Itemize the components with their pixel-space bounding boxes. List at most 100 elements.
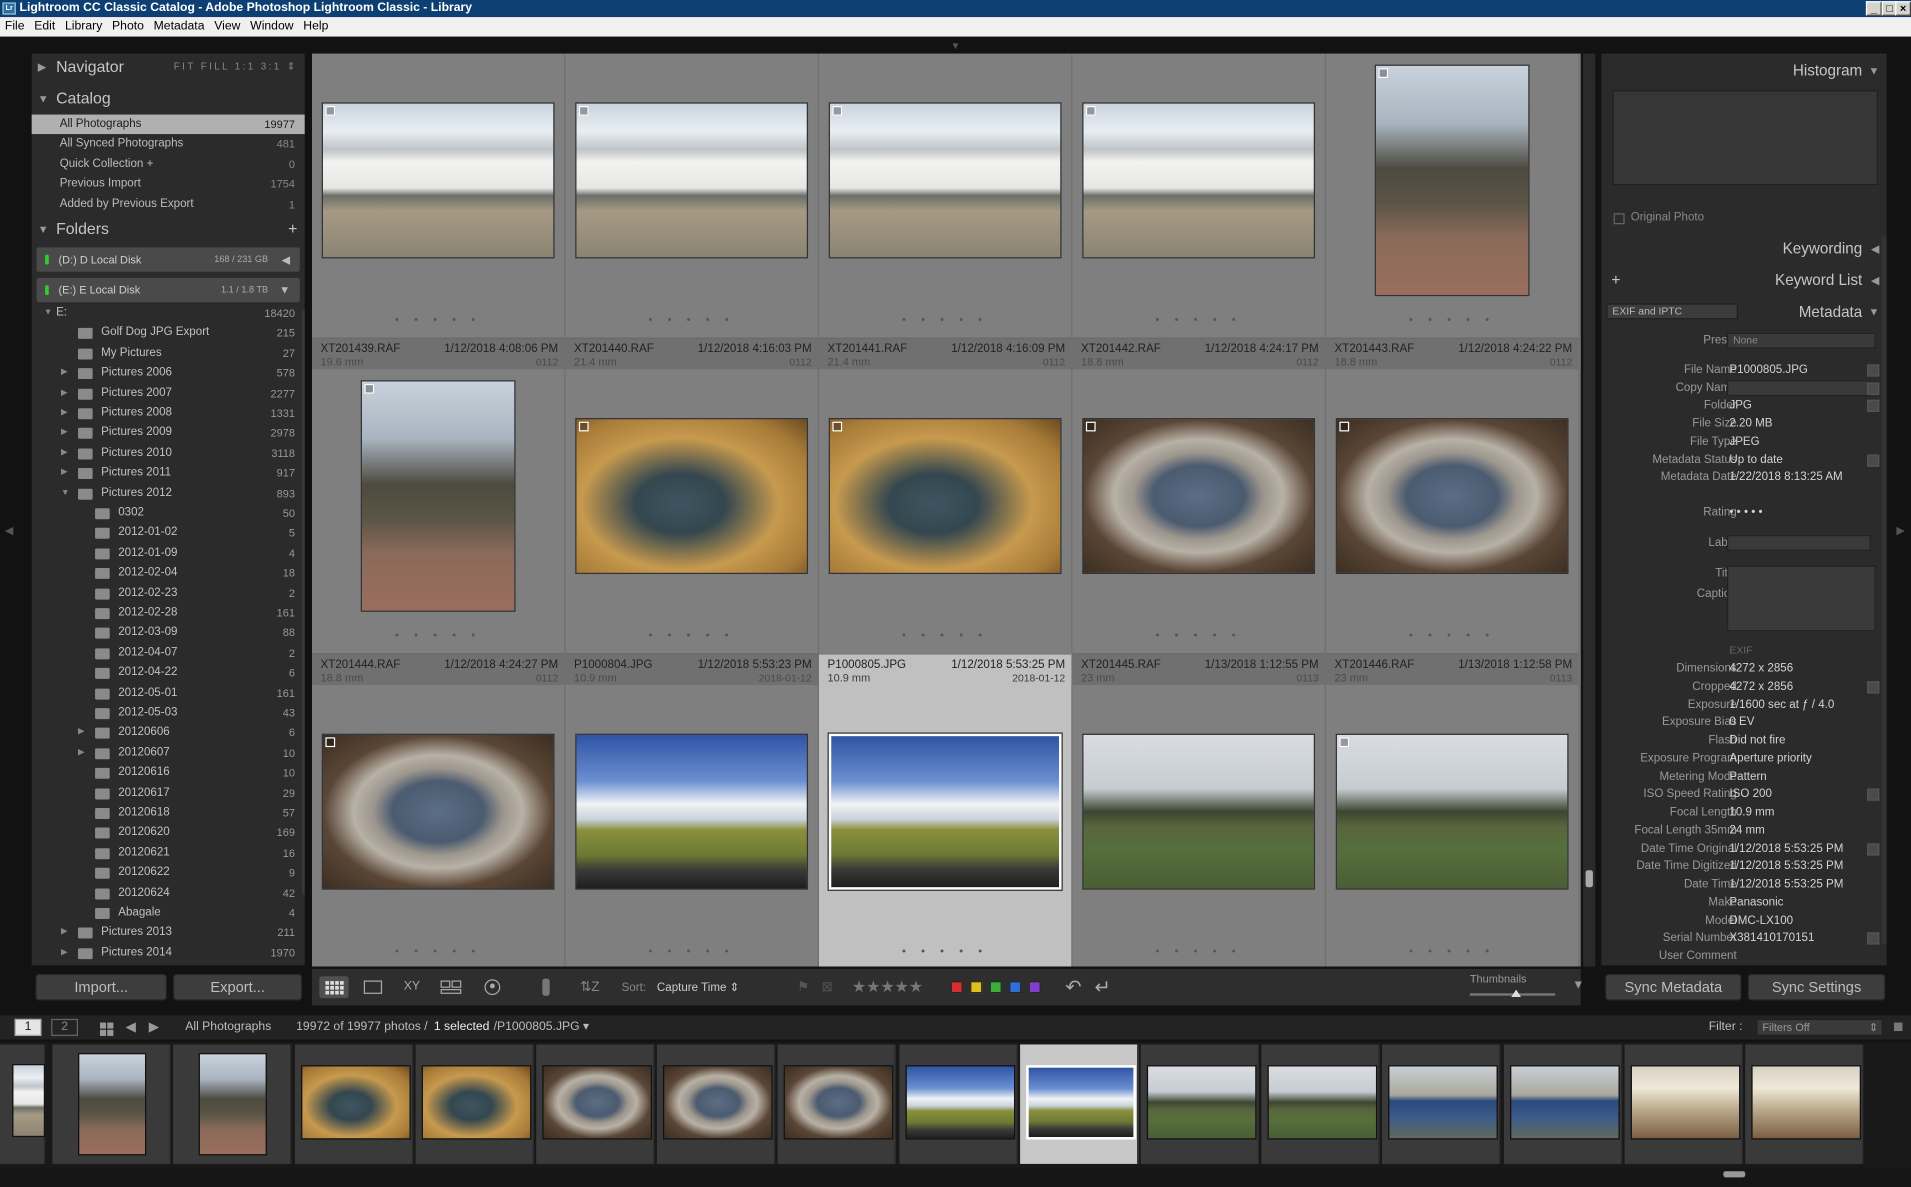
filmstrip-cell[interactable] xyxy=(1261,1044,1380,1164)
people-view-icon[interactable] xyxy=(478,976,507,998)
folder-expand-icon[interactable]: ▶ xyxy=(61,383,68,403)
grid-cell[interactable]: • • • • • xyxy=(819,53,1073,370)
selected-filename[interactable]: /P1000805.JPG ▾ xyxy=(494,1015,590,1039)
folder-item[interactable]: Abagale 4 xyxy=(32,903,305,923)
folder-item[interactable]: 20120624 42 xyxy=(32,883,305,903)
photo-thumbnail[interactable] xyxy=(1335,733,1569,890)
grid-cell[interactable]: P1000805.JPG 1/12/2018 5:53:25 PM 10.9 mm 2… xyxy=(819,653,1073,967)
sync-settings-button[interactable]: Sync Settings xyxy=(1747,973,1886,1001)
metadata-action-icon[interactable] xyxy=(1867,364,1880,377)
folder-item[interactable]: ▶ Pictures 2010 3118 xyxy=(32,443,305,463)
filmstrip-cell[interactable] xyxy=(1140,1044,1259,1164)
filmstrip-thumbnail[interactable] xyxy=(1146,1065,1257,1140)
folder-expand-icon[interactable]: ▼ xyxy=(44,303,52,323)
photo-thumbnail[interactable] xyxy=(828,102,1062,259)
exif-action-icon[interactable] xyxy=(1867,842,1880,855)
filmstrip-thumbnail[interactable] xyxy=(12,1063,46,1138)
caption-field[interactable] xyxy=(1726,565,1876,632)
rating-dots[interactable]: • • • • • xyxy=(1073,313,1325,325)
filmstrip-cell[interactable] xyxy=(536,1044,655,1164)
folder-item[interactable]: 2012-01-09 4 xyxy=(32,543,305,563)
folder-item[interactable]: ▶ Pictures 2007 2277 xyxy=(32,383,305,403)
photo-thumbnail[interactable] xyxy=(828,418,1062,575)
filmstrip-cell[interactable] xyxy=(415,1044,534,1164)
folder-expand-icon[interactable]: ▶ xyxy=(78,723,85,743)
menu-library[interactable]: Library xyxy=(60,17,107,37)
folder-expand-icon[interactable]: ▶ xyxy=(78,743,85,763)
filmstrip-cell[interactable] xyxy=(1019,1044,1139,1164)
rating-dots[interactable]: • • • • • xyxy=(1073,629,1325,641)
folder-item[interactable]: ▼ Pictures 2012 893 xyxy=(32,483,305,503)
photo-thumbnail[interactable] xyxy=(1082,102,1316,259)
filmstrip-cell[interactable] xyxy=(294,1044,413,1164)
folder-item[interactable]: 2012-02-28 161 xyxy=(32,603,305,623)
photo-thumbnail[interactable] xyxy=(1374,64,1530,297)
navigator-zoom-modes[interactable]: FIT FILL 1:1 3:1 ⇕ xyxy=(174,54,298,81)
rating-dots[interactable]: • • • • • xyxy=(1326,945,1578,957)
sync-metadata-button[interactable]: Sync Metadata xyxy=(1605,973,1742,1001)
folder-item[interactable]: Golf Dog JPG Export 215 xyxy=(32,323,305,343)
filmstrip-thumbnail[interactable] xyxy=(663,1065,773,1140)
sort-direction-icon[interactable]: ⇅Z xyxy=(580,976,612,998)
catalog-item[interactable]: Added by Previous Export 1 xyxy=(32,195,305,215)
scrollbar-thumb[interactable] xyxy=(1585,870,1593,888)
original-photo-checkbox[interactable] xyxy=(1613,213,1625,225)
menu-metadata[interactable]: Metadata xyxy=(149,17,210,37)
metadata-action-icon[interactable] xyxy=(1867,382,1880,395)
rating-dots[interactable]: • • • • • xyxy=(819,313,1071,325)
catalog-item[interactable]: Quick Collection + 0 xyxy=(32,155,305,175)
color-label-swatch[interactable] xyxy=(1028,981,1041,994)
grid-cell[interactable]: XT201442.RAF 1/12/2018 4:24:17 PM 18.8 mm 0… xyxy=(1072,337,1326,685)
volume-item[interactable]: (E:) E Local Disk 1.1 / 1.8 TB ▼ xyxy=(36,277,300,303)
filmstrip-scroll-thumb[interactable] xyxy=(1723,1171,1746,1178)
filmstrip-thumbnail[interactable] xyxy=(1267,1065,1378,1140)
photo-thumbnail[interactable] xyxy=(575,733,809,890)
menu-view[interactable]: View xyxy=(209,17,245,37)
folder-item[interactable]: 20120616 10 xyxy=(32,763,305,783)
filmstrip-cell[interactable] xyxy=(1503,1044,1622,1164)
painter-icon[interactable] xyxy=(537,976,554,998)
grid-cell[interactable]: P1000804.JPG 1/12/2018 5:53:23 PM 10.9 mm 2… xyxy=(565,653,819,967)
color-label-swatch[interactable] xyxy=(970,981,983,994)
metadata-header[interactable]: EXIF and IPTC Metadata ▼ xyxy=(1601,297,1886,326)
slider-handle[interactable] xyxy=(1511,989,1521,997)
folder-item[interactable]: ▶ Pictures 2006 578 xyxy=(32,363,305,383)
photo-thumbnail[interactable] xyxy=(575,418,809,575)
folder-item[interactable]: 2012-01-02 5 xyxy=(32,523,305,543)
filmstrip-thumbnail[interactable] xyxy=(542,1065,653,1140)
label-field[interactable] xyxy=(1726,535,1871,551)
grid-cell[interactable]: XT201440.RAF 1/12/2018 4:16:03 PM 21.4 mm 0… xyxy=(565,337,819,685)
grid-cell[interactable]: XT201439.RAF 1/12/2018 4:08:06 PM 19.6 mm 0… xyxy=(312,337,566,685)
photo-thumbnail[interactable] xyxy=(827,732,1063,891)
left-scrollbar[interactable] xyxy=(302,309,305,895)
filmstrip-thumbnail[interactable] xyxy=(1630,1065,1741,1140)
thumbnail-size-slider[interactable] xyxy=(1469,989,1556,997)
rating-dots[interactable]: • • • • • xyxy=(1073,945,1325,957)
folder-item[interactable]: My Pictures 27 xyxy=(32,343,305,363)
filmstrip-cell[interactable] xyxy=(1624,1044,1743,1164)
window-2-button[interactable]: 2 xyxy=(51,1018,78,1036)
catalog-item[interactable]: All Photographs 19977 xyxy=(31,114,305,135)
preset-select[interactable]: None xyxy=(1726,332,1876,349)
grid-cell[interactable]: • • • • • xyxy=(565,53,819,370)
top-panel-toggle-icon[interactable]: ▼ xyxy=(951,40,961,51)
compare-view-icon[interactable]: XY xyxy=(397,976,426,998)
filmstrip-thumbnail[interactable] xyxy=(1388,1065,1499,1140)
catalog-header[interactable]: ▼ Catalog xyxy=(32,85,305,112)
filmstrip-cell[interactable] xyxy=(898,1044,1018,1164)
filter-select[interactable]: Filters Off ⇕ xyxy=(1756,1018,1883,1036)
filmstrip-cell[interactable] xyxy=(1382,1044,1501,1164)
menu-help[interactable]: Help xyxy=(298,17,333,37)
filmstrip-thumbnail[interactable] xyxy=(905,1065,1015,1140)
close-button[interactable]: × xyxy=(1895,1,1911,16)
rotate-right-icon[interactable]: ↵ xyxy=(1094,975,1110,999)
export-button[interactable]: Export... xyxy=(173,973,303,1001)
filmstrip-thumbnail[interactable] xyxy=(1751,1065,1862,1140)
photo-thumbnail[interactable] xyxy=(321,102,555,259)
metadata-set-select[interactable]: EXIF and IPTC xyxy=(1606,303,1738,320)
rating-dots[interactable]: • • • • • xyxy=(566,945,818,957)
grid-cell[interactable]: XT201443.RAF 1/12/2018 4:24:22 PM 18.8 mm 0… xyxy=(1326,337,1580,685)
folder-item[interactable]: ▶ Pictures 2014 1970 xyxy=(32,943,305,963)
filmstrip-thumbnail[interactable] xyxy=(421,1065,532,1140)
folder-expand-icon[interactable]: ▶ xyxy=(61,423,68,443)
